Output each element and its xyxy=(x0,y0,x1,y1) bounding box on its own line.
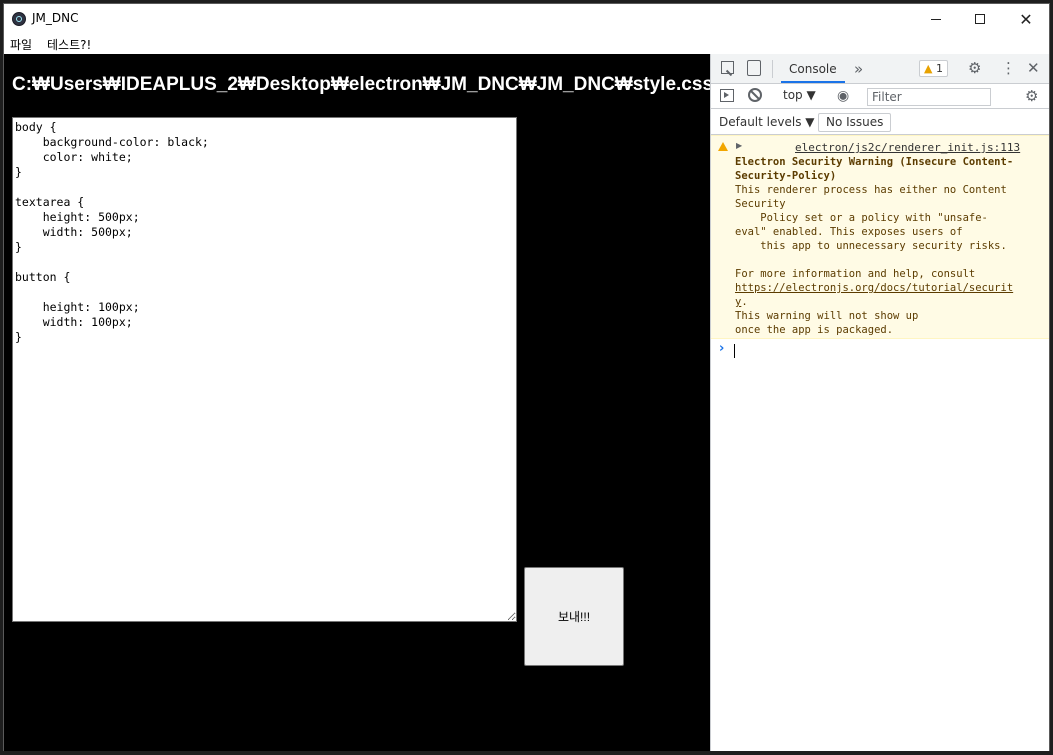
prompt-chevron-icon: › xyxy=(719,341,725,356)
device-toggle-icon[interactable] xyxy=(747,60,761,76)
console-warning-message: ▶ electron/js2c/renderer_init.js:113 Ele… xyxy=(711,135,1049,339)
source-link[interactable]: electron/js2c/renderer_init.js:113 xyxy=(795,141,1020,154)
app-window: JM_DNC ✕ 파일 테스트?! C:₩Users₩IDEAPLUS_2₩De… xyxy=(3,3,1050,751)
close-window-button[interactable]: ✕ xyxy=(1003,4,1049,34)
warning-text: Electron Security Warning (Insecure Cont… xyxy=(735,155,1031,337)
kebab-menu-icon[interactable]: ⋮ xyxy=(1001,60,1016,76)
tab-console[interactable]: Console xyxy=(781,54,845,83)
title-bar[interactable]: JM_DNC ✕ xyxy=(4,4,1049,34)
inspect-element-icon[interactable] xyxy=(721,61,734,74)
warning-triangle-icon xyxy=(718,142,728,151)
expand-arrow-icon[interactable]: ▶ xyxy=(736,141,742,150)
warning-tail: . This warning will not show up once the… xyxy=(735,296,919,336)
gear-icon[interactable]: ⚙ xyxy=(968,60,981,76)
maximize-icon xyxy=(975,14,985,24)
console-settings-gear-icon[interactable]: ⚙ xyxy=(1025,88,1038,104)
eye-icon[interactable]: ◉ xyxy=(837,88,849,104)
console-toolbar: top ▼ ◉ ⚙ xyxy=(711,84,1049,109)
menu-file[interactable]: 파일 xyxy=(10,36,32,53)
css-editor-textarea[interactable]: body { background-color: black; color: w… xyxy=(12,117,517,622)
app-content: C:₩Users₩IDEAPLUS_2₩Desktop₩electron₩JM_… xyxy=(4,54,714,751)
menu-bar: 파일 테스트?! xyxy=(4,34,1049,54)
maximize-button[interactable] xyxy=(957,4,1003,34)
warning-count: 1 xyxy=(935,62,943,75)
devtools-panel: Console » ▲ 1 ⚙ ⋮ ✕ top ▼ ◉ ⚙ Default le… xyxy=(710,54,1049,751)
clear-console-icon[interactable] xyxy=(748,88,762,102)
text-caret xyxy=(734,344,735,358)
show-sidebar-icon[interactable] xyxy=(720,89,734,102)
warning-count-badge[interactable]: ▲ 1 xyxy=(919,60,948,77)
tab-divider xyxy=(772,60,773,78)
warning-title: Electron Security Warning (Insecure Cont… xyxy=(735,156,1014,182)
log-levels-dropdown[interactable]: Default levels ▼ xyxy=(719,115,815,129)
warning-icon: ▲ xyxy=(924,62,933,75)
menu-test[interactable]: 테스트?! xyxy=(47,36,91,53)
warning-body: This renderer process has either no Cont… xyxy=(735,184,1007,280)
issues-button[interactable]: No Issues xyxy=(818,113,892,132)
filter-input[interactable] xyxy=(867,88,991,106)
more-tabs-icon[interactable]: » xyxy=(854,61,863,77)
close-devtools-icon[interactable]: ✕ xyxy=(1027,60,1040,76)
devtools-tabbar: Console » ▲ 1 ⚙ ⋮ ✕ xyxy=(711,54,1049,84)
close-icon: ✕ xyxy=(1019,9,1033,29)
console-prompt[interactable]: › xyxy=(711,341,1049,361)
docs-link[interactable]: https://electronjs.org/docs/tutorial/sec… xyxy=(735,282,1013,308)
file-path-heading: C:₩Users₩IDEAPLUS_2₩Desktop₩electron₩JM_… xyxy=(12,74,714,95)
electron-app-icon xyxy=(12,12,26,26)
context-selector[interactable]: top ▼ xyxy=(783,88,816,102)
console-levelbar: Default levels ▼ No Issues xyxy=(711,109,1049,135)
minimize-button[interactable] xyxy=(913,4,959,34)
minimize-icon xyxy=(931,18,941,20)
window-title: JM_DNC xyxy=(32,11,79,25)
send-button[interactable]: 보내!!! xyxy=(524,567,624,666)
